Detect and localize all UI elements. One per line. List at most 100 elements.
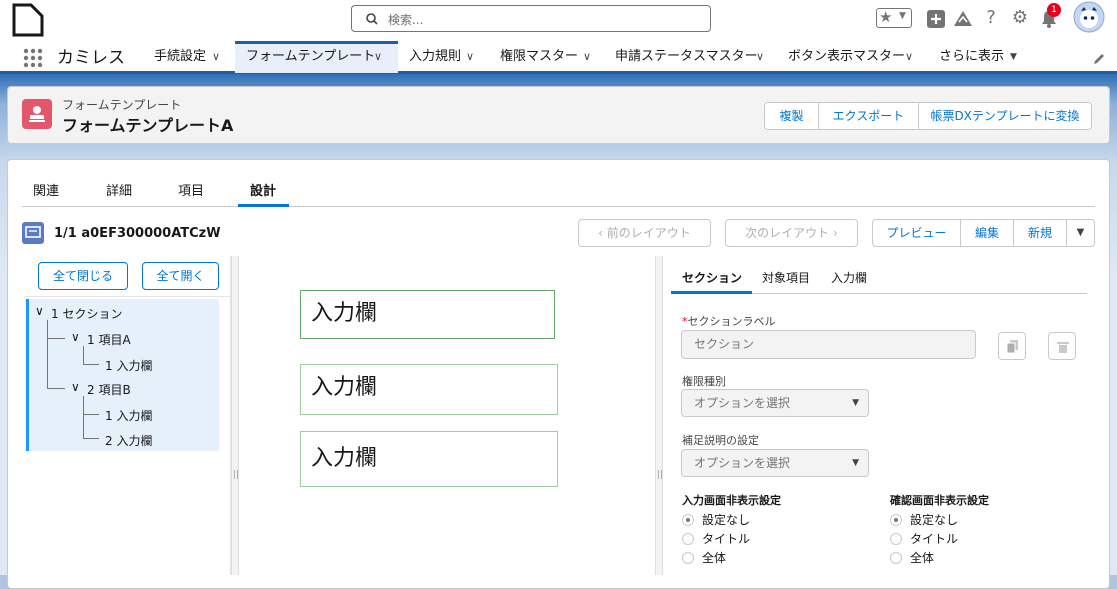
- next-layout-button[interactable]: 次のレイアウト ›: [725, 219, 858, 247]
- nav-item-procedures[interactable]: 手続設定: [154, 42, 206, 72]
- tree-line: [83, 364, 99, 365]
- tree-line: [47, 320, 48, 388]
- permission-select[interactable]: オプションを選択 ▼: [681, 389, 869, 417]
- radio-label: タイトル: [910, 532, 959, 546]
- supplement-select-value: オプションを選択: [694, 456, 791, 470]
- caret-down-icon: ▼: [852, 398, 859, 408]
- tree-item-section[interactable]: 1 セクション: [51, 305, 122, 322]
- tab-design[interactable]: 設計: [250, 180, 276, 206]
- caret-down-icon[interactable]: ▼: [1010, 42, 1017, 72]
- edit-button[interactable]: 編集: [960, 219, 1014, 247]
- tree-item-field-b[interactable]: 2 項目B: [87, 381, 131, 398]
- chevron-down-icon[interactable]: ∨: [583, 42, 591, 72]
- radio-label: タイトル: [702, 532, 751, 546]
- tree-item-input-a1[interactable]: 1 入力欄: [105, 357, 152, 374]
- props-active-tab-indicator: [671, 291, 752, 294]
- copy-button[interactable]: [998, 332, 1026, 360]
- search-icon: [366, 13, 378, 25]
- chevron-down-icon[interactable]: ∨: [905, 42, 913, 72]
- global-search-input[interactable]: 検索...: [351, 5, 711, 32]
- avatar[interactable]: [1073, 1, 1105, 33]
- notification-badge: 1: [1047, 3, 1061, 17]
- tree-toggle-icon[interactable]: ∨: [71, 330, 80, 344]
- logo-icon: [12, 3, 44, 37]
- tab-divider: [22, 206, 1095, 207]
- next-layout-label: 次のレイアウト: [745, 226, 830, 240]
- tree-line: [83, 346, 84, 364]
- collapse-all-button[interactable]: 全て閉じる: [38, 262, 128, 290]
- radio-icon: [890, 533, 902, 545]
- gear-icon[interactable]: ⚙: [1010, 8, 1030, 28]
- tree-item-input-b2[interactable]: 2 入力欄: [105, 432, 152, 449]
- delete-button[interactable]: [1048, 332, 1076, 360]
- tree-item-field-a[interactable]: 1 項目A: [87, 331, 131, 348]
- tab-related[interactable]: 関連: [33, 180, 59, 206]
- object-label: フォームテンプレート: [62, 98, 182, 112]
- nav-item-button-master[interactable]: ボタン表示マスター: [788, 42, 905, 72]
- prev-layout-button[interactable]: ‹ 前のレイアウト: [578, 219, 711, 247]
- tree-line: [47, 388, 65, 389]
- tree-line: [83, 414, 99, 415]
- chevron-down-icon[interactable]: ∨: [466, 42, 474, 72]
- export-button[interactable]: エクスポート: [818, 102, 919, 130]
- chevron-down-icon[interactable]: ∨: [212, 42, 220, 72]
- caret-down-icon: ▼: [1076, 227, 1085, 238]
- props-tab-input[interactable]: 入力欄: [831, 269, 867, 286]
- confirm-hide-title-radio[interactable]: タイトル: [890, 530, 958, 547]
- more-actions-button[interactable]: ▼: [1066, 219, 1095, 247]
- radio-selected-icon: [890, 514, 902, 526]
- section-label-title: *セクションラベル: [682, 313, 776, 329]
- supplement-select[interactable]: オプションを選択 ▼: [681, 449, 869, 477]
- props-tab-section[interactable]: セクション: [682, 269, 742, 286]
- expand-all-button[interactable]: 全て開く: [142, 262, 219, 290]
- chevron-right-icon: ›: [829, 226, 838, 240]
- global-header: 検索... ★ ▼ ? ⚙ 1: [0, 0, 1117, 42]
- convert-dx-template-button[interactable]: 帳票DXテンプレートに変換: [918, 102, 1092, 130]
- tree-item-input-b1[interactable]: 1 入力欄: [105, 407, 152, 424]
- canvas-input-field[interactable]: 入力欄: [300, 364, 558, 415]
- tab-fields[interactable]: 項目: [178, 180, 204, 206]
- clone-button[interactable]: 複製: [764, 102, 819, 130]
- permission-label: 権限種別: [682, 375, 726, 388]
- tree-toggle-icon[interactable]: ∨: [71, 380, 80, 394]
- radio-icon: [890, 552, 902, 564]
- nav-item-form-template[interactable]: フォームテンプレート: [246, 42, 375, 72]
- input-hide-title-radio[interactable]: タイトル: [682, 530, 750, 547]
- left-splitter[interactable]: ||: [231, 256, 239, 575]
- confirm-hide-label: 確認画面非表示設定: [890, 494, 989, 507]
- tree-toggle-icon[interactable]: ∨: [35, 304, 44, 318]
- help-icon[interactable]: ?: [981, 8, 1001, 28]
- nav-item-permission-master[interactable]: 権限マスター: [500, 42, 578, 72]
- props-tab-target-field[interactable]: 対象項目: [762, 269, 810, 286]
- tree-divider: [24, 296, 231, 297]
- radio-selected-icon: [682, 514, 694, 526]
- section-label-input[interactable]: セクション: [681, 330, 976, 359]
- form-template-object-icon: [22, 99, 52, 129]
- nav-item-status-master[interactable]: 申請ステータスマスター: [615, 42, 758, 72]
- confirm-hide-none-radio[interactable]: 設定なし: [890, 511, 958, 528]
- radio-label: 設定なし: [702, 513, 751, 527]
- chevron-down-icon[interactable]: ∨: [374, 42, 382, 72]
- new-button[interactable]: 新規: [1013, 219, 1067, 247]
- trailhead-icon[interactable]: [953, 9, 973, 29]
- app-launcher-icon[interactable]: [23, 48, 43, 68]
- confirm-hide-all-radio[interactable]: 全体: [890, 549, 934, 566]
- chevron-down-icon: ▼: [899, 11, 906, 21]
- canvas-input-field[interactable]: 入力欄: [300, 431, 558, 487]
- input-hide-none-radio[interactable]: 設定なし: [682, 511, 750, 528]
- preview-button[interactable]: プレビュー: [872, 219, 961, 247]
- canvas-input-field[interactable]: 入力欄: [300, 290, 555, 339]
- radio-label: 設定なし: [910, 513, 959, 527]
- chevron-down-icon[interactable]: ∨: [756, 42, 764, 72]
- add-icon[interactable]: [927, 10, 945, 28]
- prev-layout-label: 前のレイアウト: [606, 226, 691, 240]
- supplement-label: 補足説明の設定: [682, 434, 759, 447]
- nav-item-more[interactable]: さらに表示: [939, 42, 1004, 72]
- tree-line: [47, 338, 65, 339]
- pencil-icon[interactable]: [1092, 52, 1106, 66]
- favorites-button[interactable]: ★ ▼: [876, 8, 912, 28]
- right-splitter[interactable]: ||: [655, 256, 663, 575]
- input-hide-all-radio[interactable]: 全体: [682, 549, 726, 566]
- tab-details[interactable]: 詳細: [106, 180, 132, 206]
- nav-item-validation-rules[interactable]: 入力規則: [409, 42, 461, 72]
